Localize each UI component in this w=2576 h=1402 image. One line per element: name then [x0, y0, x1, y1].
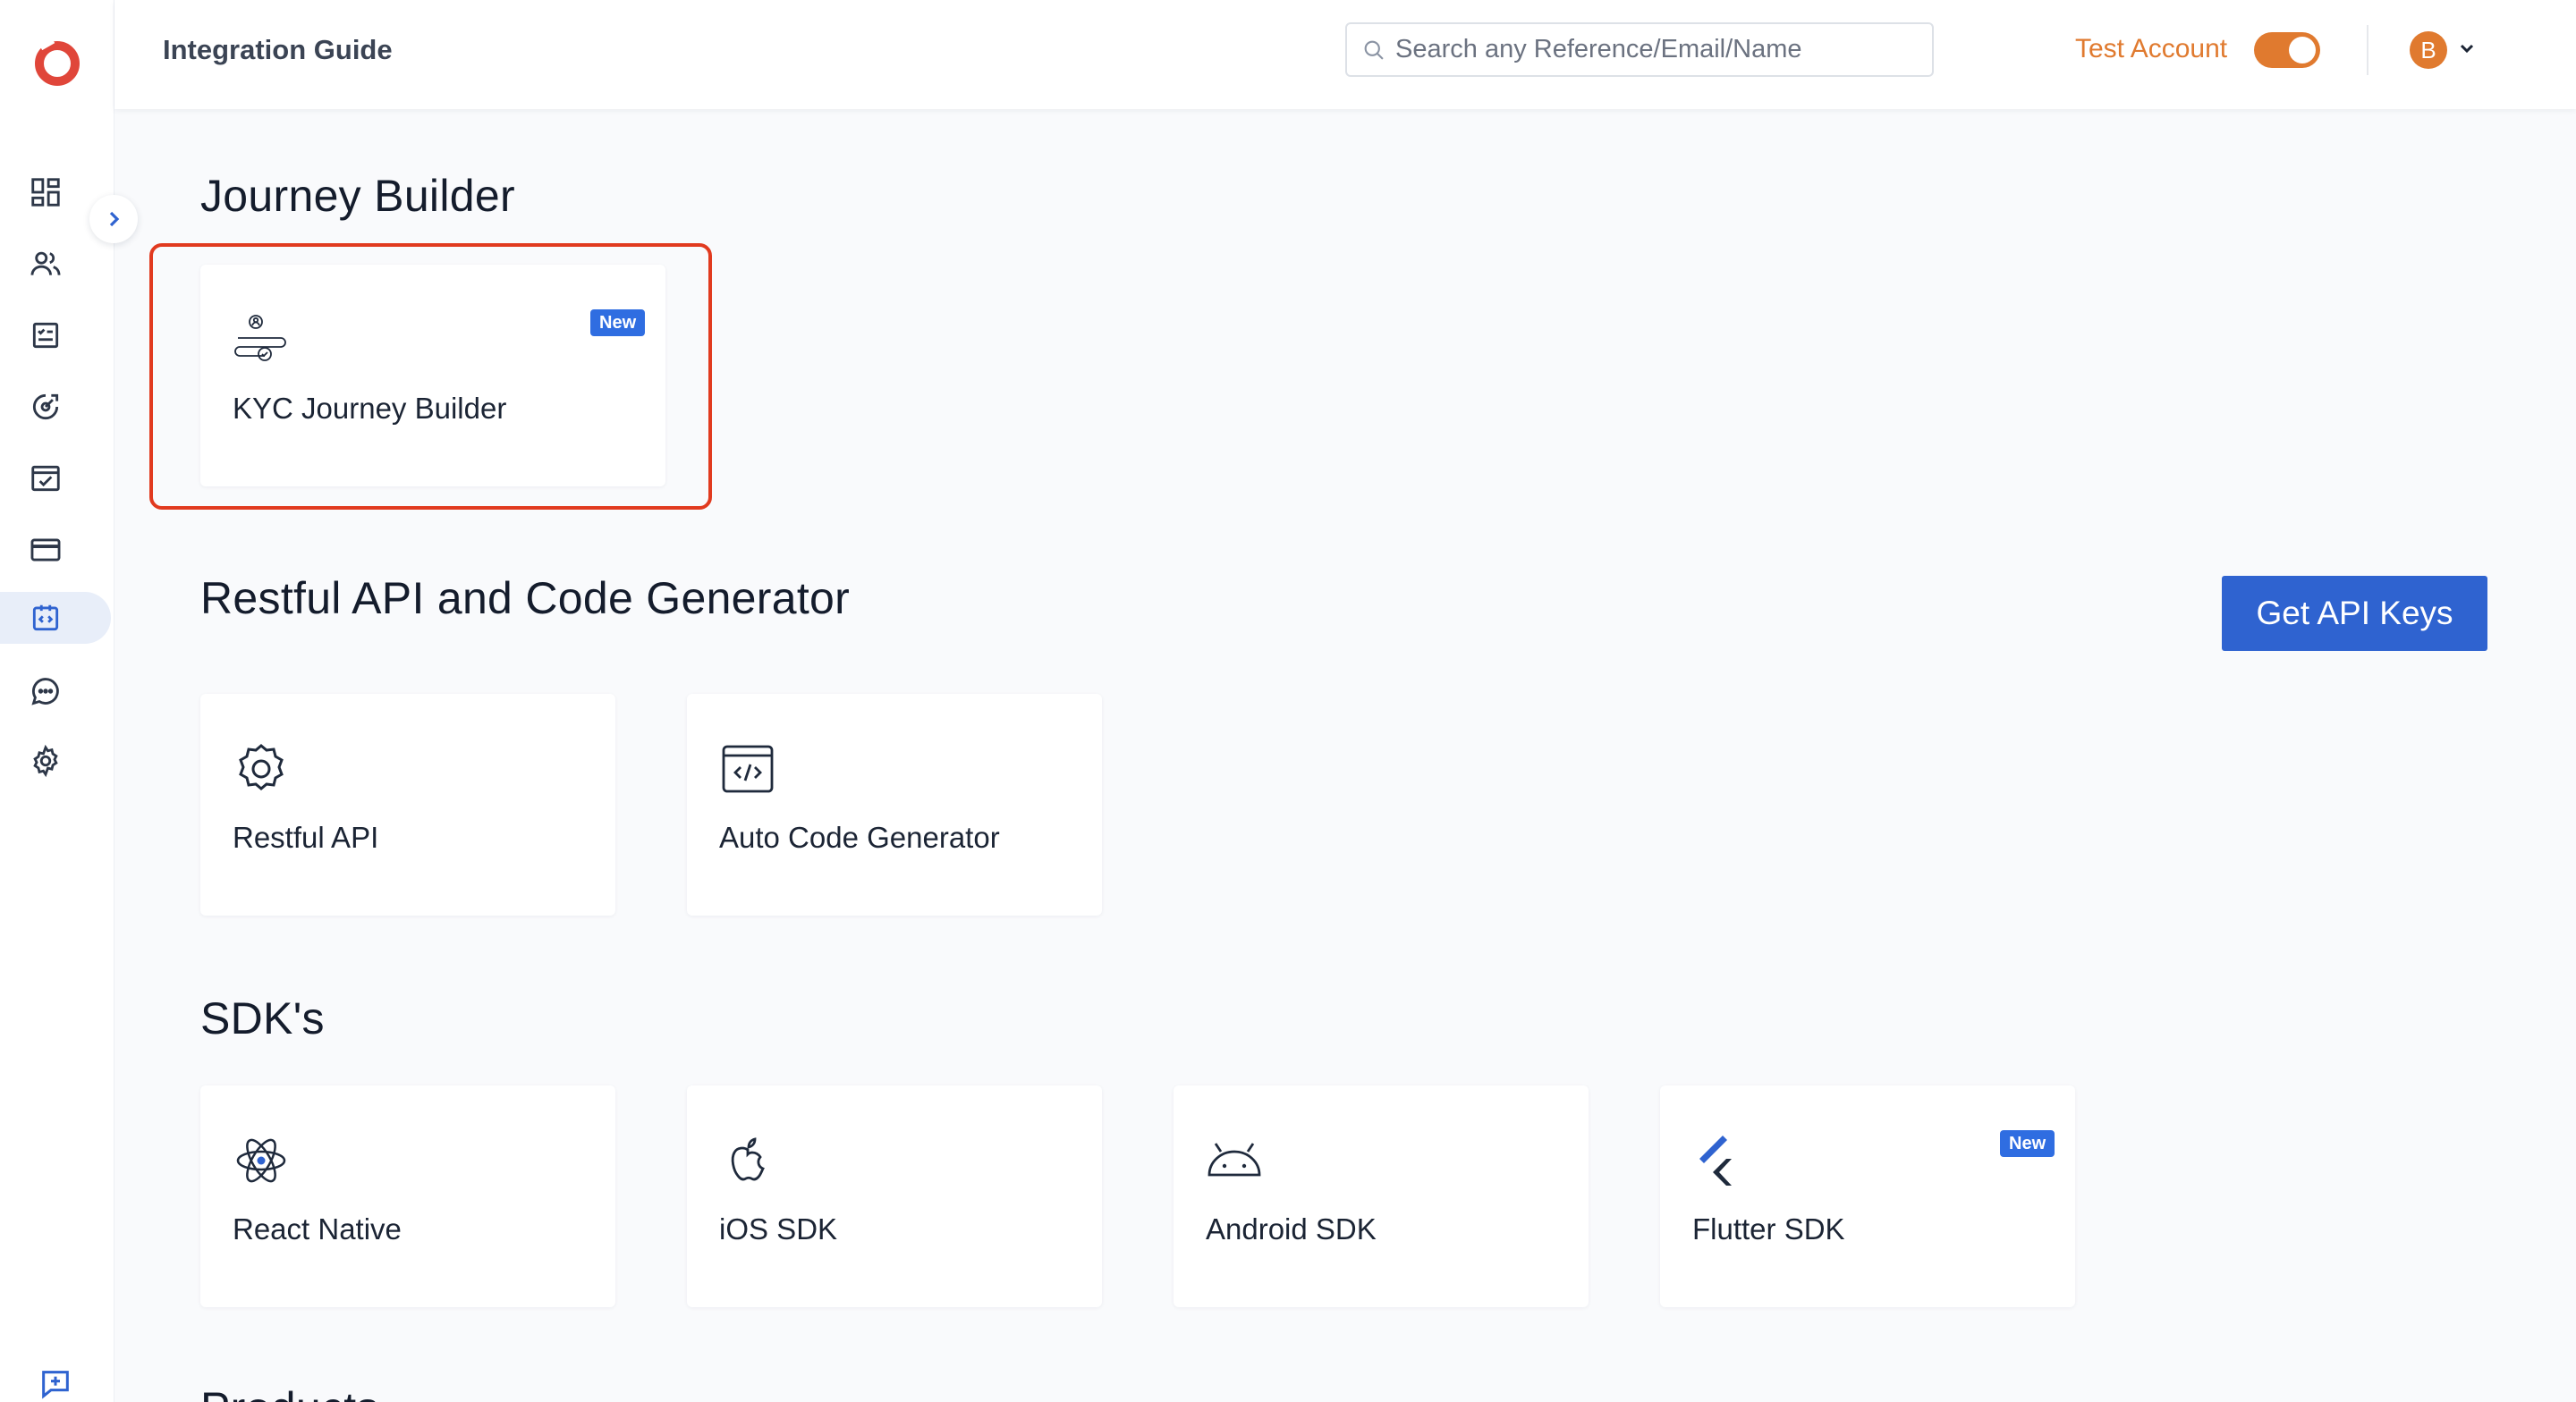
card-react-native[interactable]: React Native	[200, 1085, 615, 1307]
avatar[interactable]: B	[2410, 31, 2447, 69]
toggle-knob	[2289, 37, 2316, 63]
card-kyc-journey-builder[interactable]: KYC Journey Builder New	[200, 265, 665, 486]
card-auto-code-generator[interactable]: Auto Code Generator	[687, 694, 1102, 916]
chevron-down-icon[interactable]	[2456, 38, 2478, 59]
react-icon	[236, 1138, 286, 1183]
sidebar-item-settings[interactable]	[0, 735, 111, 787]
card-android-sdk[interactable]: Android SDK	[1174, 1085, 1589, 1307]
top-header: Integration Guide Test Account B	[114, 0, 2576, 109]
test-account-toggle[interactable]	[2254, 32, 2320, 68]
sidebar-item-integration[interactable]	[0, 592, 111, 644]
new-badge: New	[590, 309, 646, 336]
sidebar-item-checklist[interactable]	[0, 309, 111, 361]
sidebar-item-users[interactable]	[0, 238, 111, 290]
search-box[interactable]	[1345, 22, 1934, 77]
sidebar-item-calendar[interactable]	[0, 452, 111, 504]
new-badge: New	[2000, 1130, 2055, 1157]
section-title-journey: Journey Builder	[200, 171, 515, 221]
sidebar-item-messages[interactable]	[0, 665, 111, 717]
card-label: iOS SDK	[719, 1212, 838, 1246]
dashboard-icon	[31, 178, 60, 207]
settings-icon	[239, 744, 284, 790]
card-label: Auto Code Generator	[719, 821, 1000, 854]
code-icon	[32, 604, 59, 631]
sidebar-item-billing[interactable]	[0, 524, 111, 576]
card-label: KYC Journey Builder	[233, 392, 507, 425]
page-title: Integration Guide	[163, 34, 393, 65]
checklist-icon	[32, 322, 59, 349]
card-label: Android SDK	[1206, 1212, 1377, 1246]
search-input[interactable]	[1395, 35, 1923, 64]
sidebar-expand-button[interactable]	[89, 195, 138, 243]
flutter-icon	[1699, 1136, 1732, 1186]
users-icon	[30, 251, 61, 275]
card-restful-api[interactable]: Restful API	[200, 694, 615, 916]
gear-icon	[33, 744, 58, 778]
chevron-right-icon	[109, 211, 120, 227]
apple-icon	[731, 1137, 765, 1181]
card-label: Flutter SDK	[1692, 1212, 1845, 1246]
section-title-api: Restful API and Code Generator	[200, 573, 851, 623]
header-divider	[2367, 25, 2368, 75]
sidebar-item-analytics[interactable]	[0, 381, 111, 433]
app-logo[interactable]	[30, 34, 84, 93]
section-title-products: Products	[200, 1382, 379, 1402]
card-label: Restful API	[233, 821, 379, 854]
card-label: React Native	[233, 1212, 402, 1246]
feedback-icon[interactable]	[38, 1366, 73, 1402]
card-ios-sdk[interactable]: iOS SDK	[687, 1085, 1102, 1307]
android-icon	[1208, 1143, 1261, 1177]
analytics-icon	[32, 393, 59, 420]
code-window-icon	[722, 745, 774, 793]
app: Integration Guide Test Account B Journey…	[0, 0, 2576, 1402]
search-icon	[1364, 40, 1384, 60]
credit-card-icon	[30, 538, 61, 562]
calendar-check-icon	[31, 465, 60, 492]
get-api-keys-button[interactable]: Get API Keys	[2222, 576, 2487, 651]
journey-icon	[234, 315, 286, 361]
test-account-label: Test Account	[2075, 34, 2228, 63]
chat-icon	[31, 678, 59, 705]
card-flutter-sdk[interactable]: Flutter SDK New	[1660, 1085, 2075, 1307]
section-title-sdk: SDK's	[200, 993, 325, 1043]
